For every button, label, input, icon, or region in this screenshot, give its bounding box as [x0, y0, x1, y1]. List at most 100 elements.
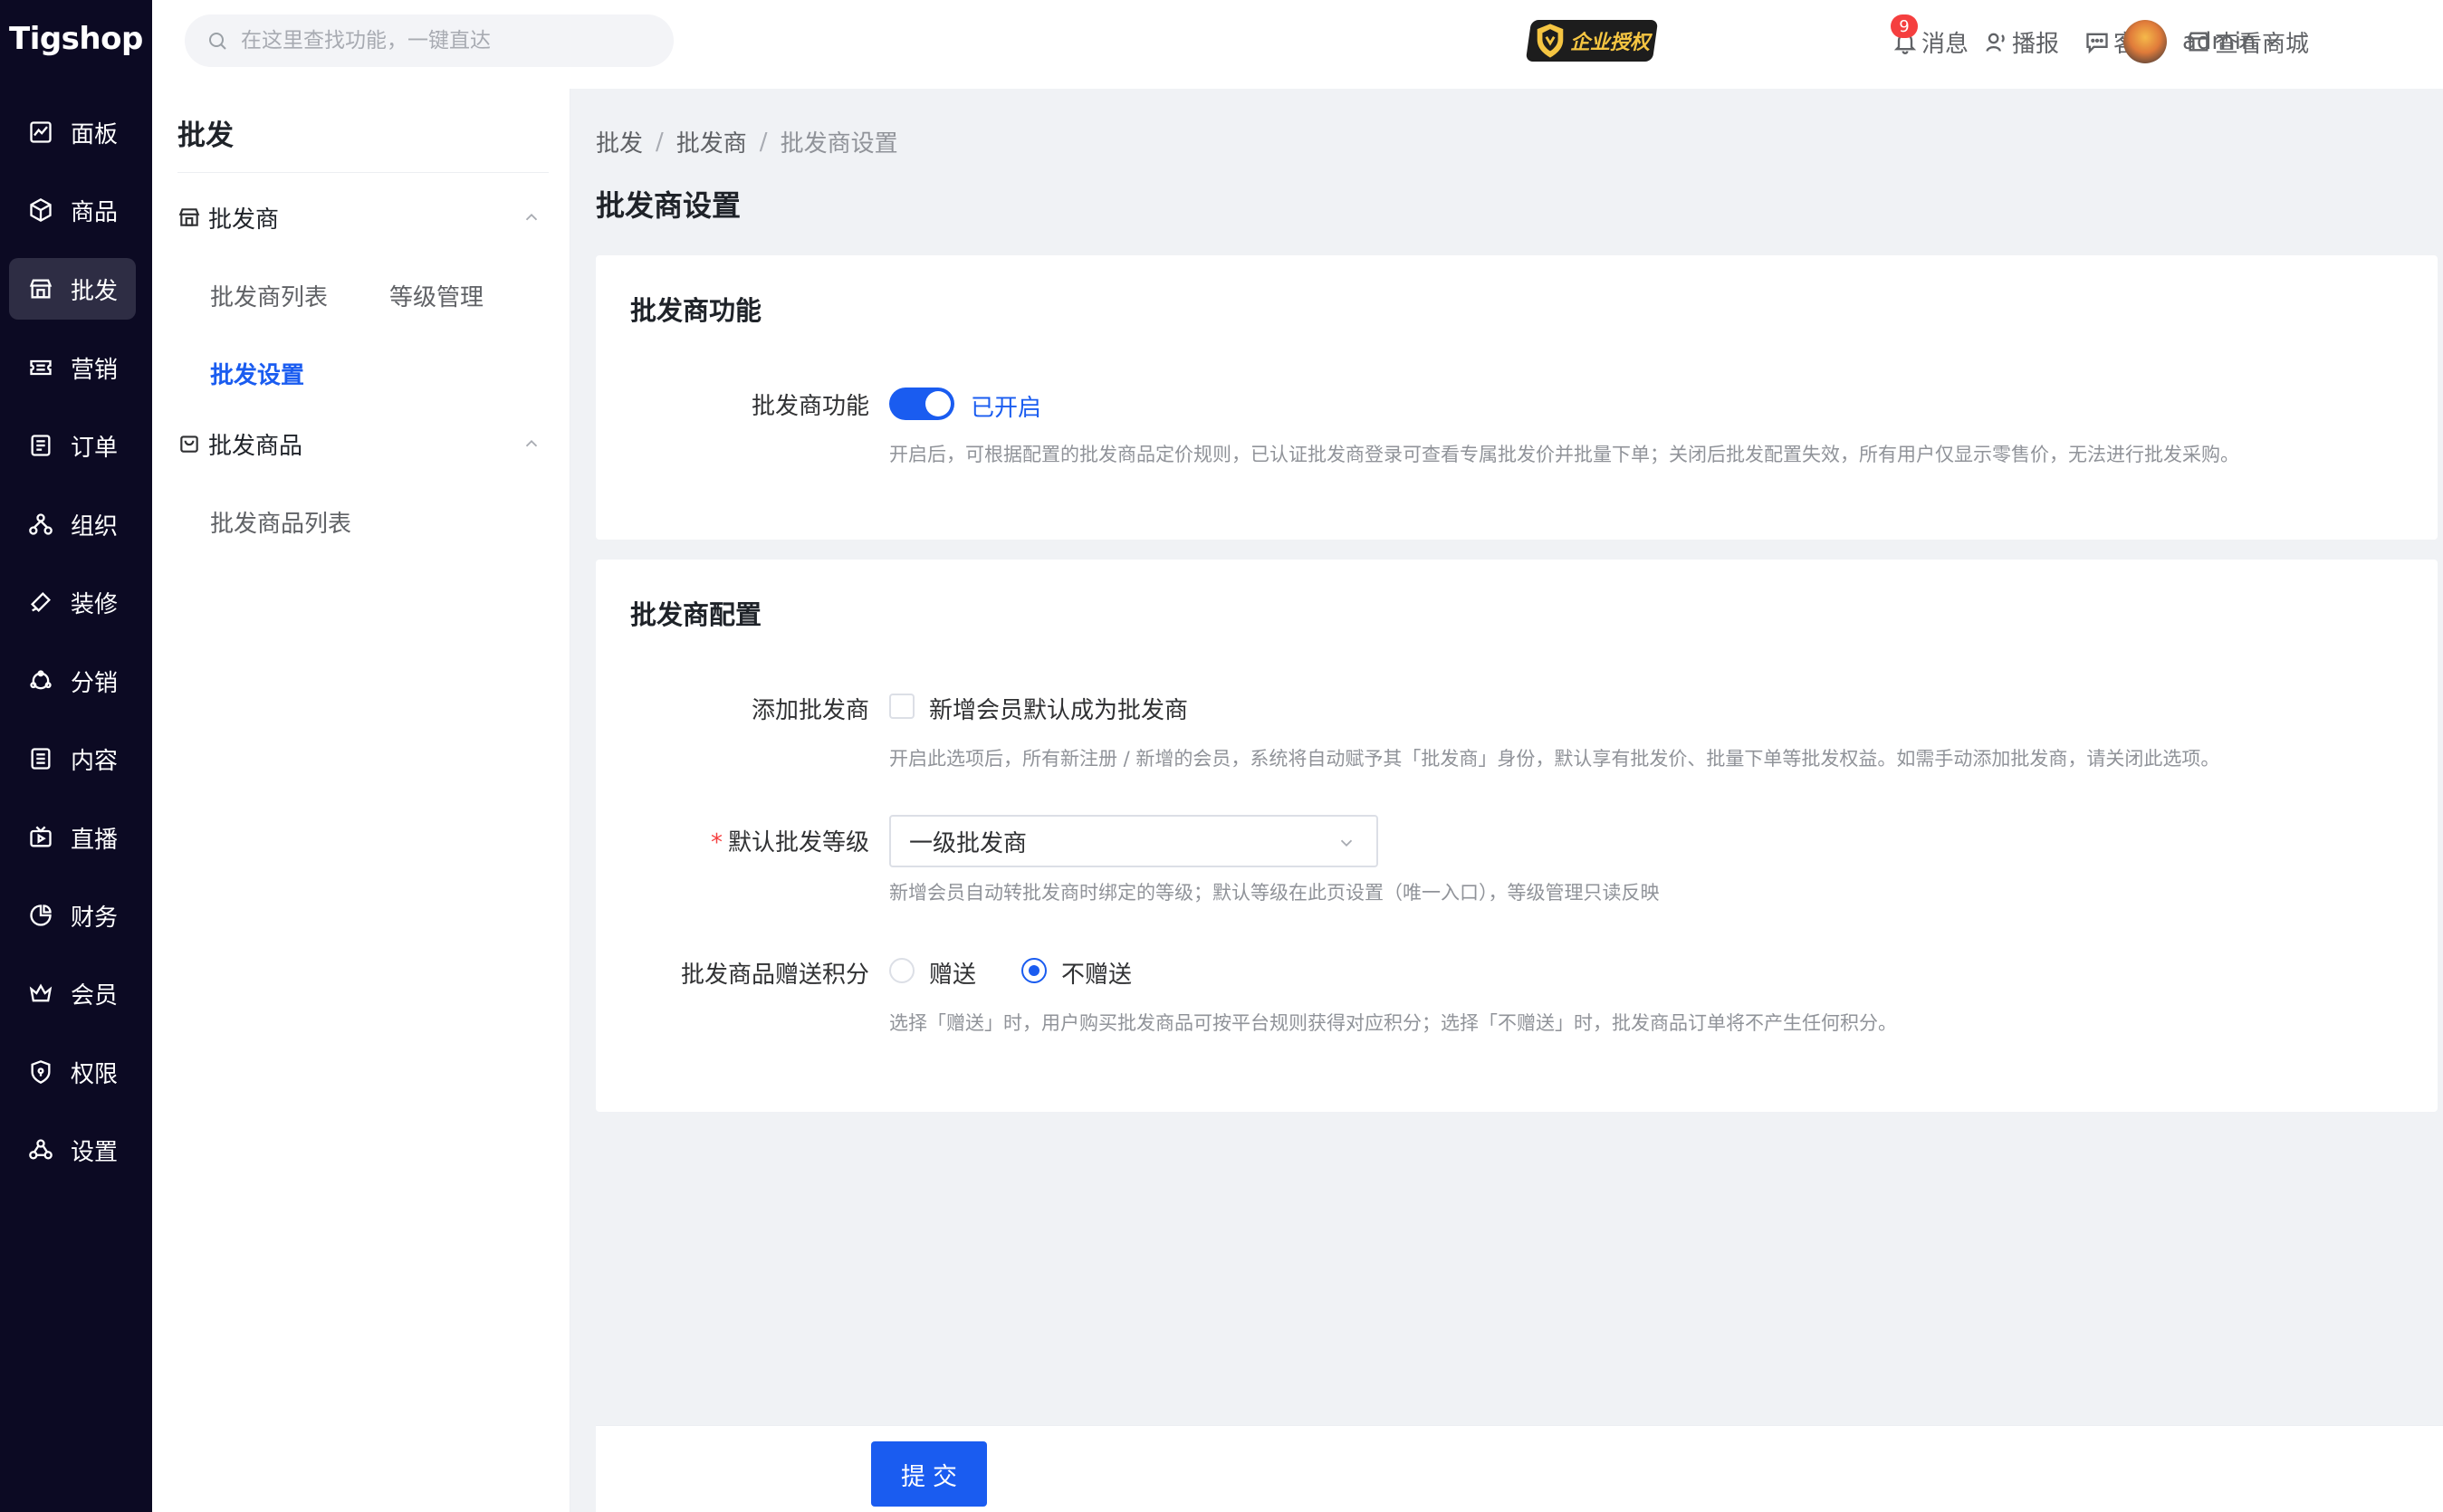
chart-line-icon — [27, 119, 54, 146]
gift-points-hint: 选择「赠送」时，用户购买批发商品可按平台规则获得对应积分；选择「不赠送」时，批发… — [889, 1012, 1897, 1034]
nav-label: 装修 — [71, 590, 119, 618]
nav-label: 商品 — [71, 198, 119, 226]
crown-icon — [27, 980, 54, 1007]
subnav-group-wholesale-products[interactable]: 批发商品 — [177, 424, 552, 464]
divider — [177, 172, 549, 173]
nav-label: 财务 — [71, 904, 119, 932]
default-level-text: 默认批发等级 — [727, 829, 869, 856]
nav-label: 分销 — [71, 669, 119, 697]
add-wholesaler-hint: 开启此选项后，所有新注册 / 新增的会员，系统将自动赋予其「批发商」身份，默认享… — [889, 748, 2220, 770]
gift-points-label: 批发商品赠送积分 — [680, 962, 869, 989]
nav-item-products[interactable]: 商品 — [9, 179, 136, 241]
share-icon — [27, 667, 54, 694]
chevron-up-icon — [525, 213, 538, 221]
radio-gift[interactable] — [889, 958, 915, 983]
nav-label: 订单 — [71, 434, 119, 462]
card-title: 批发商功能 — [630, 295, 762, 326]
subnav-link-wholesaler-list[interactable]: 批发商列表 — [210, 279, 328, 312]
card-wholesale-function: 批发商功能 批发商功能 已开启 开启后，可根据配置的批发商品定价规则，已认证批发… — [596, 255, 2438, 540]
sub-nav: 批发 批发商 批发商列表 等级管理 批发设置 批发商品 批发商品列表 — [152, 89, 570, 1512]
broadcast-link[interactable]: 播报 — [1983, 24, 2059, 60]
default-level-select[interactable]: 一级批发商 — [889, 815, 1378, 867]
wholesale-function-hint: 开启后，可根据配置的批发商品定价规则，已认证批发商登录可查看专属批发价并批量下单… — [889, 444, 2239, 465]
messages-link[interactable]: 9 消息 — [1891, 14, 1969, 60]
group-label: 批发商 — [208, 206, 280, 234]
settings-icon — [27, 1136, 54, 1163]
enterprise-auth-badge[interactable]: 企业授权 — [1525, 20, 1659, 62]
nav-item-orders[interactable]: 订单 — [9, 415, 136, 476]
auto-wholesaler-checkbox[interactable] — [889, 694, 915, 719]
radio-gift-label[interactable]: 赠送 — [929, 956, 976, 990]
page-title: 批发商设置 — [596, 188, 742, 223]
app-logo[interactable]: Tigshop — [9, 16, 143, 62]
nav-label: 设置 — [71, 1138, 119, 1166]
default-level-value: 一级批发商 — [909, 829, 1028, 857]
nav-item-organization[interactable]: 组织 — [9, 493, 136, 555]
nav-item-live[interactable]: 直播 — [9, 807, 136, 868]
store-icon — [27, 275, 54, 302]
shield-badge-icon — [1537, 24, 1564, 58]
subnav-title: 批发 — [177, 120, 234, 152]
org-icon — [27, 511, 54, 538]
brush-icon — [27, 589, 54, 616]
document-icon — [27, 745, 54, 772]
tv-icon — [27, 824, 54, 851]
user-avatar[interactable] — [2123, 20, 2167, 63]
nav-item-marketing[interactable]: 营销 — [9, 337, 136, 398]
card-title: 批发商配置 — [630, 599, 762, 630]
nav-label: 会员 — [71, 981, 119, 1010]
search-input[interactable] — [241, 29, 657, 53]
nav-label: 营销 — [71, 356, 119, 384]
required-mark: * — [710, 829, 723, 856]
group-label: 批发商品 — [208, 432, 303, 460]
bell-wrap: 9 — [1891, 14, 1921, 54]
chevron-down-icon — [2266, 38, 2278, 45]
nav-label: 组织 — [71, 512, 119, 541]
nav-item-content[interactable]: 内容 — [9, 728, 136, 789]
nav-item-finance[interactable]: 财务 — [9, 885, 136, 946]
switch-knob — [925, 391, 951, 416]
radio-no-gift-label[interactable]: 不赠送 — [1061, 956, 1132, 990]
nav-item-distribution[interactable]: 分销 — [9, 650, 136, 712]
breadcrumb: 批发 / 批发商 / 批发商设置 — [596, 125, 898, 158]
wholesale-function-switch[interactable] — [889, 388, 954, 420]
box-icon — [27, 196, 54, 224]
wholesale-function-label: 批发商功能 — [751, 393, 869, 420]
auth-badge-label: 企业授权 — [1570, 32, 1651, 54]
submit-button[interactable]: 提交 — [871, 1441, 987, 1507]
breadcrumb-current: 批发商设置 — [780, 130, 898, 158]
nav-item-permissions[interactable]: 权限 — [9, 1041, 136, 1103]
user-menu[interactable]: admin — [2182, 24, 2281, 60]
chevron-down-icon — [1340, 839, 1353, 847]
nav-item-wholesale[interactable]: 批发 — [9, 258, 136, 320]
nav-label: 内容 — [71, 747, 119, 775]
auto-wholesaler-label[interactable]: 新增会员默认成为批发商 — [929, 692, 1188, 725]
subnav-link-level-manage[interactable]: 等级管理 — [389, 279, 484, 312]
nav-item-members[interactable]: 会员 — [9, 962, 136, 1024]
ticket-icon — [27, 354, 54, 381]
radio-no-gift[interactable] — [1021, 958, 1047, 983]
chevron-up-icon — [525, 439, 538, 447]
add-wholesaler-label: 添加批发商 — [751, 697, 869, 724]
shield-icon — [27, 1058, 54, 1086]
top-bar: 企业授权 9 消息 播报 客服 查看商城 admin — [152, 0, 2443, 89]
nav-item-dashboard[interactable]: 面板 — [9, 101, 136, 163]
nav-label: 权限 — [71, 1060, 119, 1088]
breadcrumb-separator: / — [656, 128, 664, 156]
default-level-hint: 新增会员自动转批发商时绑定的等级；默认等级在此页设置（唯一入口），等级管理只读反… — [889, 882, 1660, 904]
nav-label: 面板 — [71, 120, 119, 148]
breadcrumb-item[interactable]: 批发商 — [676, 125, 747, 158]
nav-item-decoration[interactable]: 装修 — [9, 571, 136, 633]
nav-item-settings[interactable]: 设置 — [9, 1119, 136, 1181]
product-bag-icon — [180, 435, 198, 453]
global-search[interactable] — [185, 14, 674, 67]
subnav-group-wholesaler[interactable]: 批发商 — [177, 197, 552, 237]
broadcast-label: 播报 — [2012, 30, 2060, 58]
subnav-link-wholesale-settings[interactable]: 批发设置 — [210, 357, 304, 390]
subnav-link-wholesale-product-list[interactable]: 批发商品列表 — [210, 505, 351, 539]
default-level-label: * 默认批发等级 — [596, 824, 869, 857]
breadcrumb-item[interactable]: 批发 — [596, 125, 643, 158]
search-icon — [209, 33, 226, 50]
chat-icon — [2086, 33, 2108, 54]
message-count-badge: 9 — [1891, 14, 1918, 38]
